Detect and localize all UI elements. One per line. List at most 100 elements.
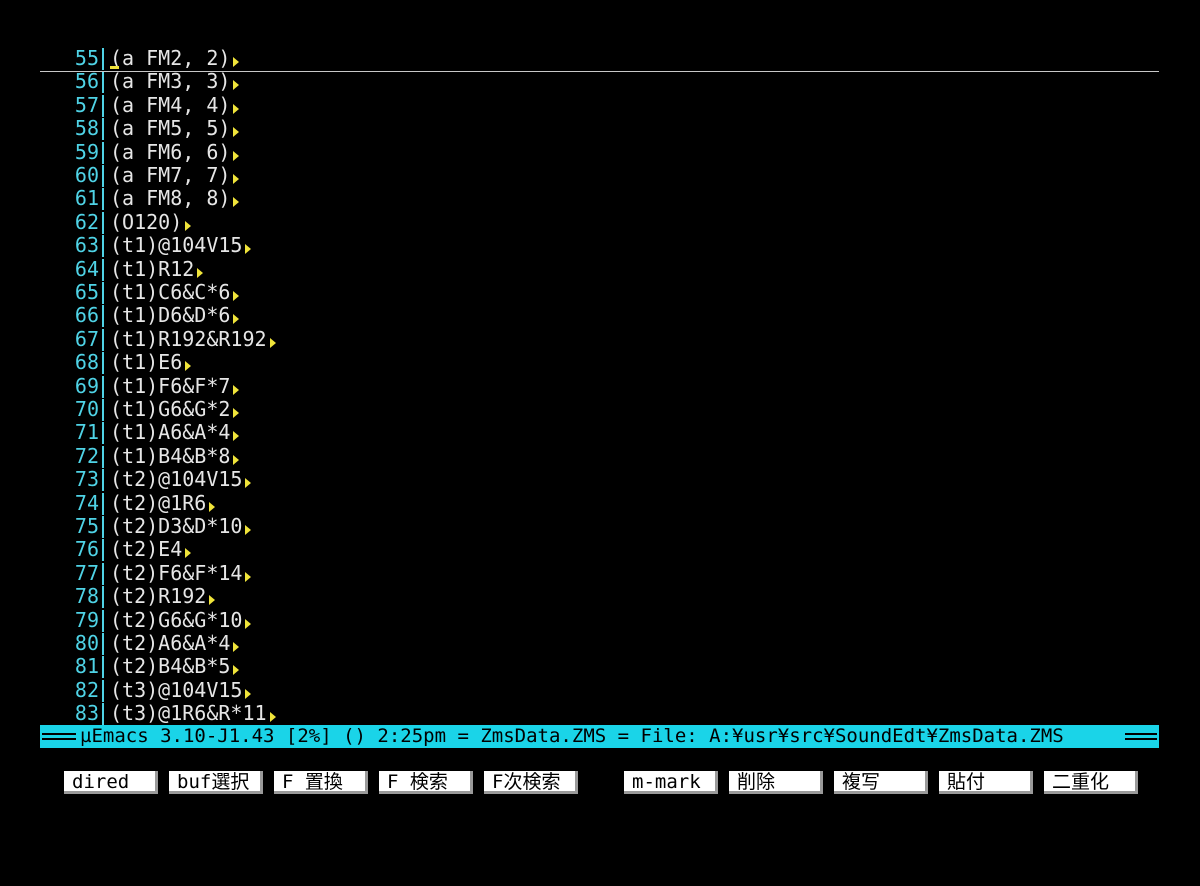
buffer-line[interactable]: 69 (t1)F6&F*7 bbox=[40, 373, 1159, 398]
line-text-wrap: (t1)D6&D*6 bbox=[110, 304, 240, 327]
buffer-line[interactable]: 80 (t2)A6&A*4 bbox=[40, 631, 1159, 655]
line-text: (t3)@104V15 bbox=[110, 677, 243, 702]
buffer-line[interactable]: 81 (t2)B4&B*5 bbox=[40, 654, 1159, 679]
eol-marker-icon bbox=[233, 80, 240, 91]
eol-marker-icon bbox=[245, 688, 252, 699]
fkey-label: m-mark bbox=[632, 771, 701, 793]
line-text-wrap: (t1)R192&R192 bbox=[110, 326, 276, 351]
line-number: 65 bbox=[74, 280, 99, 304]
eol-marker-icon bbox=[245, 525, 252, 535]
line-text: (a FM7, 7) bbox=[110, 163, 231, 187]
buffer-line[interactable]: 83 (t3)@1R6&R*11 bbox=[40, 701, 1159, 726]
buffer-line[interactable]: 57 (a FM4, 4) bbox=[40, 93, 1159, 117]
buffer-line[interactable]: 72 (t1)B4&B*8 bbox=[40, 443, 1159, 468]
gutter-bar bbox=[102, 539, 104, 562]
line-text: (a FM6, 6) bbox=[110, 139, 231, 164]
line-text-wrap: (a FM4, 4) bbox=[110, 93, 240, 117]
line-text-wrap: (t2)G6&G*10 bbox=[110, 607, 252, 632]
line-text: (t3)@1R6&R*11 bbox=[110, 701, 267, 726]
mode-line: µEmacs 3.10-J1.43 [2%] () 2:25pm = ZmsDa… bbox=[40, 725, 1159, 748]
line-number: 63 bbox=[74, 233, 99, 258]
fkey-button-8[interactable]: 複写 bbox=[834, 771, 928, 794]
line-text-wrap: (O120) bbox=[110, 210, 192, 234]
line-text-wrap: (t1)A6&A*4 bbox=[110, 421, 240, 444]
gutter-bar bbox=[102, 211, 104, 234]
gutter-bar bbox=[102, 48, 104, 70]
buffer-line[interactable]: 56 (a FM3, 3) bbox=[40, 69, 1159, 94]
line-text-wrap: (t2)R192 bbox=[110, 584, 216, 608]
eol-marker-icon bbox=[233, 665, 240, 676]
fkey-button-7[interactable]: 削除 bbox=[729, 771, 823, 794]
gutter-bar bbox=[102, 562, 104, 585]
fkey-button-10[interactable]: 二重化 bbox=[1044, 771, 1138, 794]
buffer-line[interactable]: 71 (t1)A6&A*4 bbox=[40, 420, 1159, 445]
eol-marker-icon bbox=[233, 384, 240, 395]
eol-marker-icon bbox=[233, 431, 240, 442]
buffer-line[interactable]: 55 (a FM2, 2) bbox=[40, 46, 1159, 70]
fkey-button-1[interactable]: dired bbox=[64, 771, 158, 794]
fkey-button-4[interactable]: F 検索 bbox=[379, 771, 473, 794]
fkey-label: 二重化 bbox=[1052, 771, 1110, 793]
buffer-line[interactable]: 70 (t1)G6&G*2 bbox=[40, 397, 1159, 421]
line-number: 64 bbox=[74, 256, 99, 281]
line-number: 79 bbox=[74, 607, 99, 632]
line-text: (t1)R192&R192 bbox=[110, 326, 267, 351]
fkey-label: dired bbox=[72, 771, 130, 793]
buffer-line[interactable]: 77 (t2)F6&F*14 bbox=[40, 561, 1159, 585]
buffer-line[interactable]: 65 (t1)C6&C*6 bbox=[40, 280, 1159, 304]
buffer-line[interactable]: 59 (a FM6, 6) bbox=[40, 139, 1159, 164]
gutter-bar bbox=[102, 633, 104, 655]
gutter-bar bbox=[102, 282, 104, 304]
fkey-button-3[interactable]: F 置換 bbox=[274, 771, 368, 794]
fkey-label: F次検索 bbox=[492, 771, 561, 793]
fkey-button-9[interactable]: 貼付 bbox=[939, 771, 1033, 794]
fkey-label: buf選択 bbox=[177, 771, 250, 793]
buffer-line[interactable]: 82 (t3)@104V15 bbox=[40, 677, 1159, 702]
eol-marker-icon bbox=[233, 57, 240, 67]
buffer-line[interactable]: 73 (t2)@104V15 bbox=[40, 467, 1159, 492]
line-number: 81 bbox=[74, 654, 99, 679]
line-text-wrap: (a FM8, 8) bbox=[110, 186, 240, 211]
buffer-line[interactable]: 63 (t1)@104V15 bbox=[40, 233, 1159, 258]
line-number: 70 bbox=[74, 397, 99, 421]
line-text-wrap: (t1)C6&C*6 bbox=[110, 280, 240, 304]
gutter-bar bbox=[102, 656, 104, 679]
line-text: (t1)B4&B*8 bbox=[110, 443, 231, 468]
fkey-label: 貼付 bbox=[947, 771, 986, 793]
buffer-line[interactable]: 61 (a FM8, 8) bbox=[40, 186, 1159, 211]
line-number: 78 bbox=[74, 584, 99, 609]
buffer-line[interactable]: 79 (t2)G6&G*10 bbox=[40, 607, 1159, 632]
line-text: (a FM8, 8) bbox=[110, 186, 231, 211]
line-number: 82 bbox=[74, 677, 99, 702]
fkey-button-2[interactable]: buf選択 bbox=[169, 771, 263, 794]
buffer-line[interactable]: 75 (t2)D3&D*10 bbox=[40, 514, 1159, 538]
line-number: 68 bbox=[74, 350, 99, 375]
line-text-wrap: (a FM3, 3) bbox=[110, 70, 240, 93]
line-number: 62 bbox=[74, 209, 99, 234]
fkey-button-5[interactable]: F次検索 bbox=[484, 771, 578, 794]
buffer-line[interactable]: 78 (t2)R192 bbox=[40, 584, 1159, 609]
buffer-line[interactable]: 68 (t1)E6 bbox=[40, 350, 1159, 375]
gutter-bar bbox=[102, 679, 104, 702]
gutter-bar bbox=[102, 258, 104, 281]
buffer-line[interactable]: 76 (t2)E4 bbox=[40, 537, 1159, 562]
line-text-wrap: (t1)F6&F*7 bbox=[110, 373, 240, 398]
gutter-bar bbox=[102, 235, 104, 258]
line-text: (t2)@104V15 bbox=[110, 467, 243, 492]
editor-buffer[interactable]: 55 (a FM2, 2) 56 (a FM3, 3) 57 (a FM4, 4) 58 (a… bbox=[40, 46, 1159, 727]
buffer-line[interactable]: 74 (t2)@1R6 bbox=[40, 491, 1159, 515]
line-text: (t2)G6&G*10 bbox=[110, 607, 243, 632]
line-number: 56 bbox=[74, 69, 99, 94]
buffer-line[interactable]: 66 (t1)D6&D*6 bbox=[40, 303, 1159, 328]
fkey-button-6[interactable]: m-mark bbox=[624, 771, 718, 794]
line-text: (t2)B4&B*5 bbox=[110, 654, 231, 679]
buffer-line[interactable]: 67 (t1)R192&R192 bbox=[40, 326, 1159, 351]
gutter-bar bbox=[102, 188, 104, 211]
gutter-bar bbox=[102, 71, 104, 94]
buffer-line[interactable]: 60 (a FM7, 7) bbox=[40, 163, 1159, 187]
buffer-line[interactable]: 64 (t1)R12 bbox=[40, 256, 1159, 281]
function-key-bar: dired buf選択 F 置換 F 検索 F次検索 m-mark 削除 複写 貼付 二重化 bbox=[0, 771, 1200, 795]
line-text: (t1)F6&F*7 bbox=[110, 373, 231, 398]
buffer-line[interactable]: 58 (a FM5, 5) bbox=[40, 116, 1159, 141]
buffer-line[interactable]: 62 (O120) bbox=[40, 209, 1159, 234]
